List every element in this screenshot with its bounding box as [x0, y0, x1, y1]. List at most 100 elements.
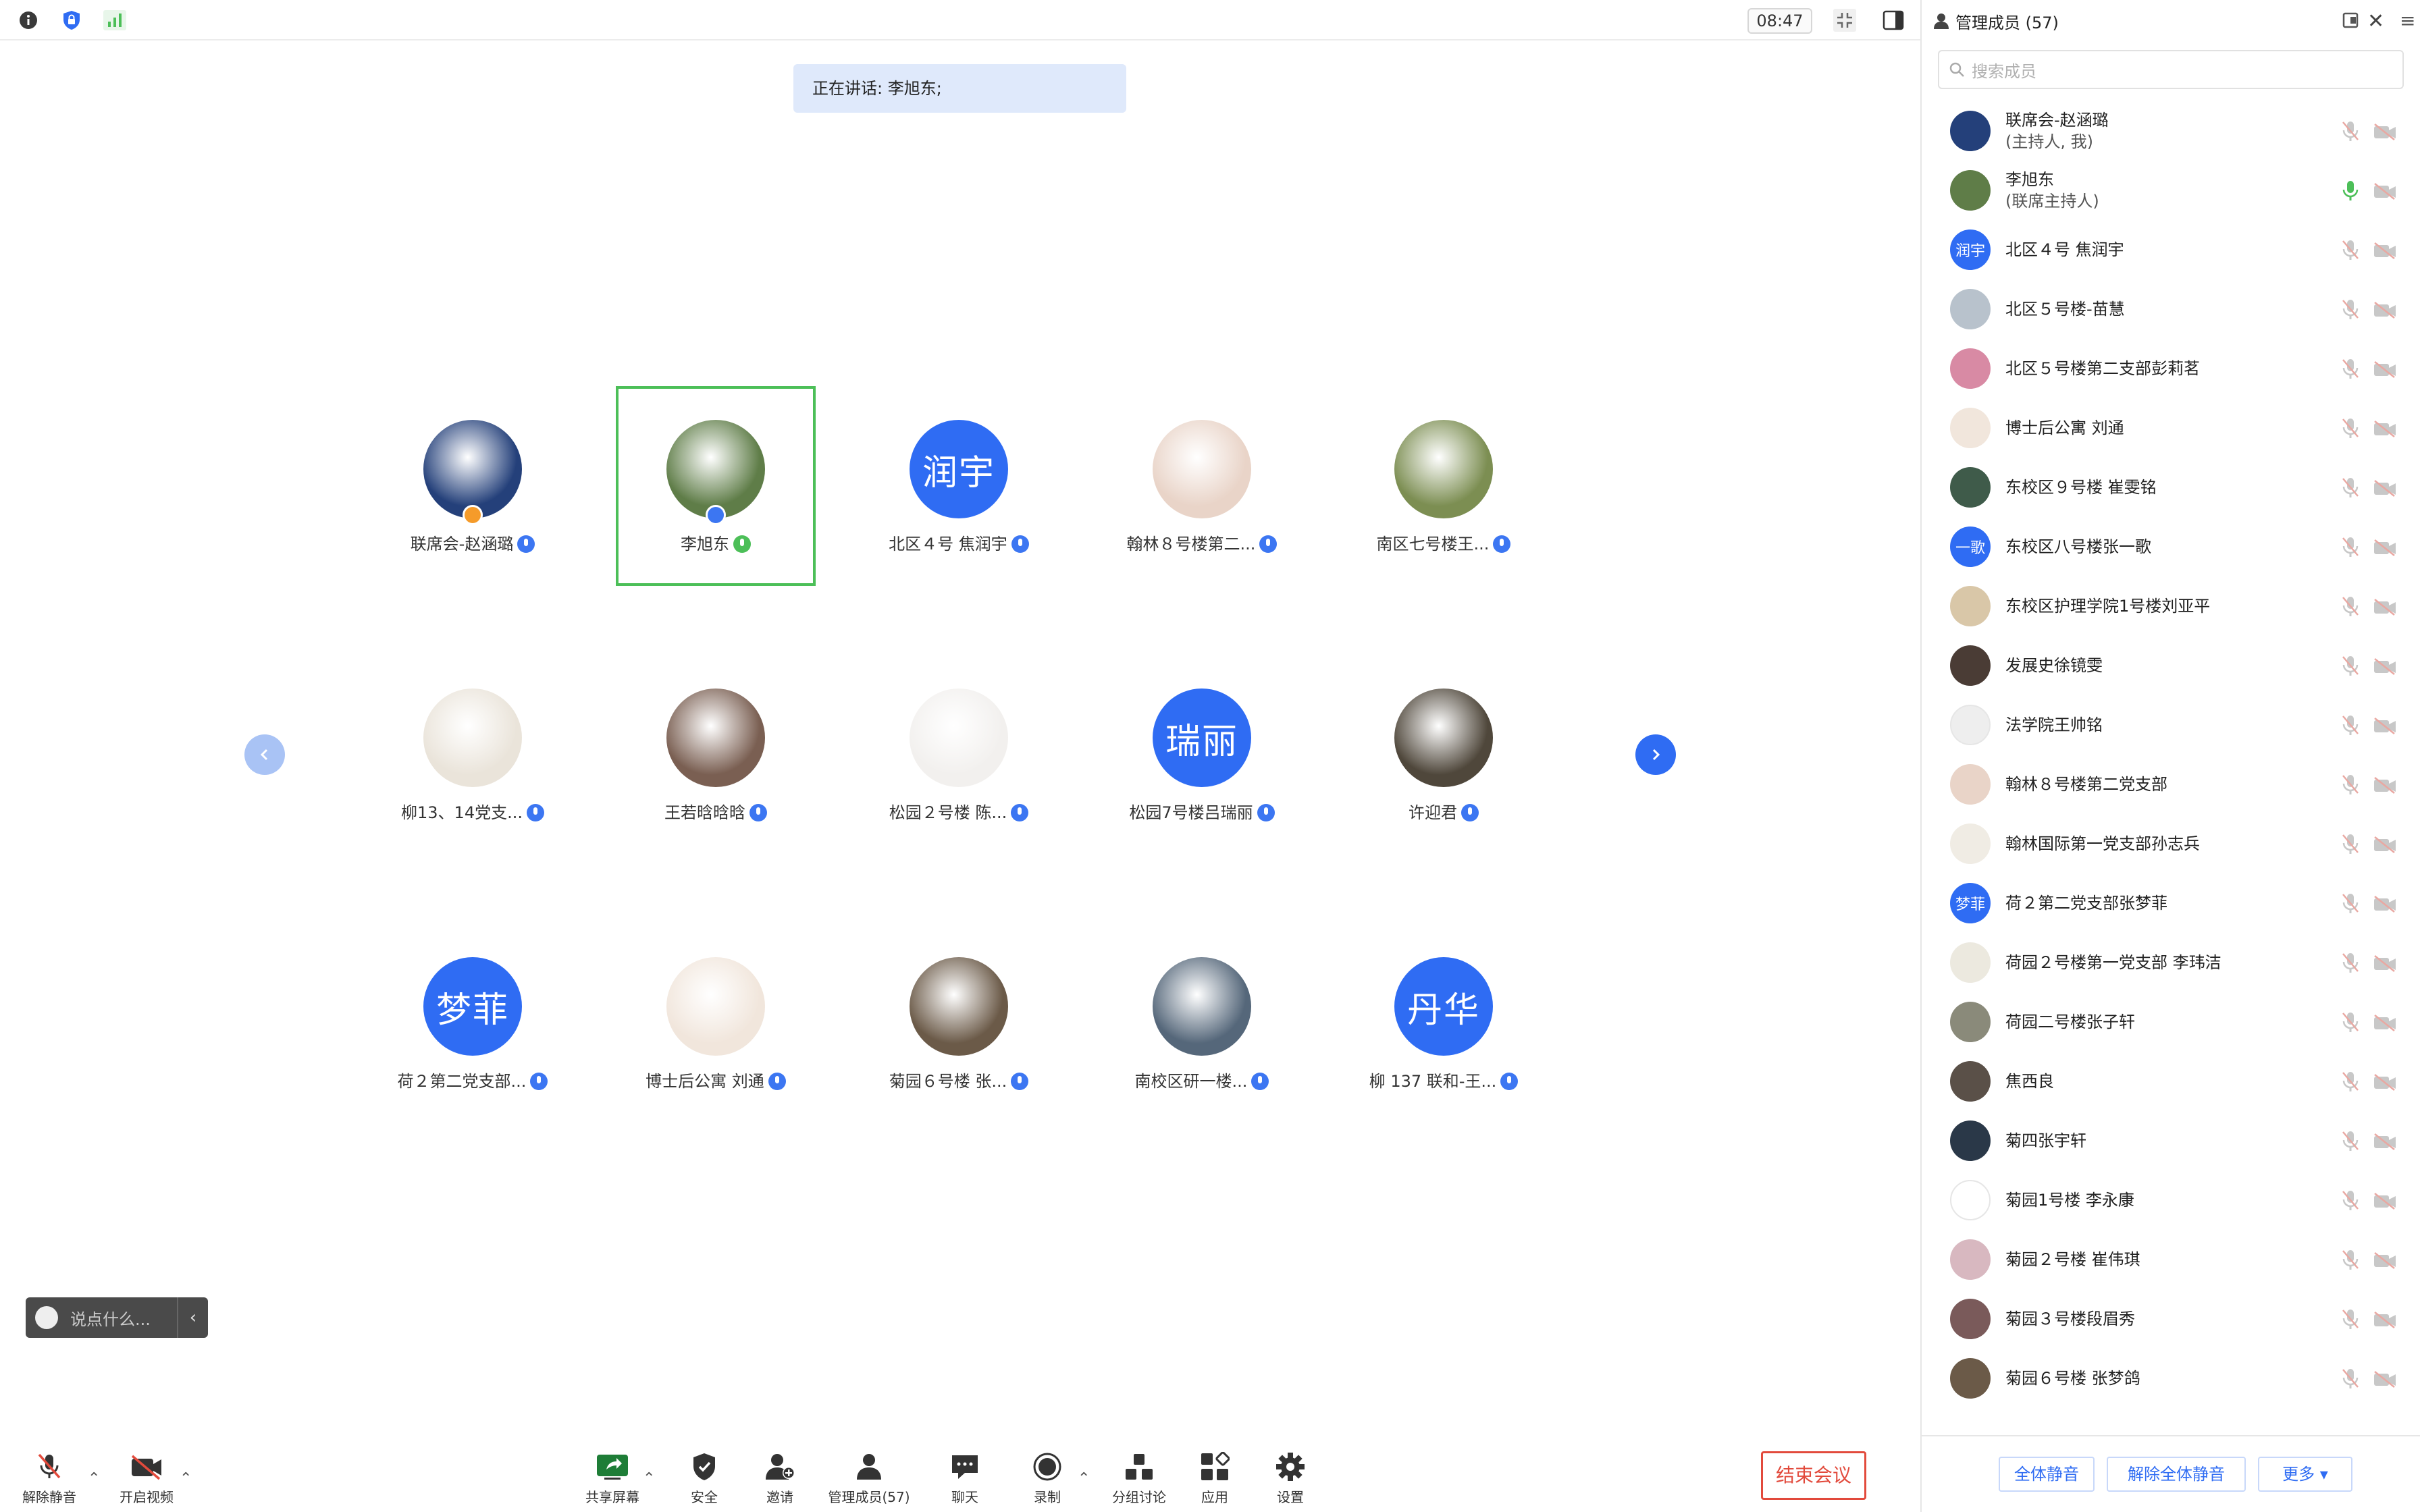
audio-options-icon[interactable]: ⌃: [88, 1470, 100, 1487]
record-options-icon[interactable]: ⌃: [1078, 1470, 1090, 1487]
member-row[interactable]: 菊园1号楼 李永康: [1922, 1170, 2420, 1230]
member-row[interactable]: 东校区９号楼 崔雯铭: [1922, 458, 2420, 517]
mic-muted-icon[interactable]: [2340, 714, 2361, 737]
participant-tile[interactable]: 南校区研一楼...: [1102, 923, 1302, 1123]
member-row[interactable]: 荷园２号楼第一党支部 李玮洁: [1922, 933, 2420, 992]
member-row[interactable]: 法学院王帅铭: [1922, 695, 2420, 755]
camera-off-icon[interactable]: [2373, 1073, 2397, 1091]
prev-page-button[interactable]: [244, 734, 285, 775]
signal-icon[interactable]: [103, 8, 127, 32]
member-row[interactable]: 一歌 东校区八号楼张一歌: [1922, 517, 2420, 576]
camera-off-icon[interactable]: [2373, 894, 2397, 913]
camera-off-icon[interactable]: [2373, 1370, 2397, 1388]
unmute-button[interactable]: 解除静音: [5, 1450, 93, 1506]
mic-muted-icon[interactable]: [2340, 892, 2361, 915]
exit-fullscreen-icon[interactable]: [1833, 8, 1857, 32]
participant-tile[interactable]: 瑞丽 松园7号楼吕瑞丽: [1102, 655, 1302, 855]
start-video-button[interactable]: 开启视频: [103, 1450, 190, 1506]
apps-button[interactable]: 应用: [1171, 1450, 1259, 1506]
mic-muted-icon[interactable]: [2340, 1368, 2361, 1390]
member-row[interactable]: 菊园３号楼段眉秀: [1922, 1289, 2420, 1349]
member-row[interactable]: 润宇 北区４号 焦润宇: [1922, 220, 2420, 279]
mic-muted-icon[interactable]: [2340, 1249, 2361, 1272]
participant-tile[interactable]: 松园２号楼 陈...: [859, 655, 1059, 855]
camera-off-icon[interactable]: [2373, 479, 2397, 497]
video-options-icon[interactable]: ⌃: [180, 1470, 192, 1487]
member-row[interactable]: 梦菲 荷２第二党支部张梦菲: [1922, 873, 2420, 933]
mic-muted-icon[interactable]: [2340, 298, 2361, 321]
member-row[interactable]: 菊园２号楼 崔伟琪: [1922, 1230, 2420, 1289]
invite-button[interactable]: 邀请: [736, 1450, 824, 1506]
participant-tile[interactable]: 王若晗晗晗: [616, 655, 816, 855]
member-row[interactable]: 翰林国际第一党支部孙志兵: [1922, 814, 2420, 873]
mic-muted-icon[interactable]: [2340, 1130, 2361, 1153]
mic-muted-icon[interactable]: [2340, 952, 2361, 975]
camera-off-icon[interactable]: [2373, 538, 2397, 557]
mic-muted-icon[interactable]: [2340, 536, 2361, 559]
toggle-sidebar-icon[interactable]: [1881, 8, 1905, 32]
mic-muted-icon[interactable]: [2340, 655, 2361, 678]
participant-tile[interactable]: 润宇 北区４号 焦润宇: [859, 386, 1059, 586]
mic-muted-icon[interactable]: [2340, 1011, 2361, 1034]
mic-muted-icon[interactable]: [2340, 239, 2361, 262]
camera-off-icon[interactable]: [2373, 597, 2397, 616]
member-row[interactable]: 李旭东 (联席主持人): [1922, 161, 2420, 220]
mic-muted-icon[interactable]: [2340, 120, 2361, 143]
mic-muted-icon[interactable]: [2340, 1071, 2361, 1094]
member-row[interactable]: 焦西良: [1922, 1052, 2420, 1111]
camera-off-icon[interactable]: [2373, 1013, 2397, 1032]
camera-off-icon[interactable]: [2373, 776, 2397, 794]
end-meeting-button[interactable]: 结束会议: [1761, 1451, 1866, 1500]
shield-icon[interactable]: [59, 8, 84, 32]
mic-muted-icon[interactable]: [2340, 1189, 2361, 1212]
participant-tile[interactable]: 联席会-赵涵璐: [373, 386, 573, 586]
mic-muted-icon[interactable]: [2340, 774, 2361, 796]
next-page-button[interactable]: [1635, 734, 1676, 775]
member-row[interactable]: 菊园６号楼 张梦鸽: [1922, 1349, 2420, 1408]
member-row[interactable]: 北区５号楼-苗慧: [1922, 279, 2420, 339]
participant-tile[interactable]: 许迎君: [1344, 655, 1544, 855]
camera-off-icon[interactable]: [2373, 657, 2397, 676]
participant-tile[interactable]: 梦菲 荷２第二党支部...: [373, 923, 573, 1123]
camera-off-icon[interactable]: [2373, 954, 2397, 973]
camera-off-icon[interactable]: [2373, 182, 2397, 200]
camera-off-icon[interactable]: [2373, 1310, 2397, 1329]
mic-muted-icon[interactable]: [2340, 833, 2361, 856]
participant-tile[interactable]: 柳13、14党支...: [373, 655, 573, 855]
more-button[interactable]: 更多 ▾: [2258, 1457, 2352, 1492]
participant-tile[interactable]: 丹华柳 137 联和-王...: [1344, 923, 1544, 1123]
camera-off-icon[interactable]: [2373, 835, 2397, 854]
participant-tile[interactable]: 博士后公寓 刘通: [616, 923, 816, 1123]
member-row[interactable]: 菊四张宇轩: [1922, 1111, 2420, 1170]
close-panel-icon[interactable]: ✕: [2367, 9, 2384, 33]
member-row[interactable]: 荷园二号楼张子轩: [1922, 992, 2420, 1052]
menu-icon[interactable]: ≡: [2400, 9, 2415, 32]
mic-muted-icon[interactable]: [2340, 595, 2361, 618]
settings-button[interactable]: 设置: [1246, 1450, 1334, 1506]
member-row[interactable]: 北区５号楼第二支部彭莉茗: [1922, 339, 2420, 398]
emoji-icon[interactable]: [35, 1306, 58, 1329]
member-row[interactable]: 东校区护理学院1号楼刘亚平: [1922, 576, 2420, 636]
unmute-all-button[interactable]: 解除全体静音: [2107, 1457, 2246, 1492]
info-icon[interactable]: [16, 8, 41, 32]
quick-chat-input[interactable]: 说点什么... ‹: [26, 1297, 208, 1338]
chat-button[interactable]: 聊天: [921, 1450, 1009, 1506]
member-row[interactable]: 发展史徐镜雯: [1922, 636, 2420, 695]
mic-muted-icon[interactable]: [2340, 358, 2361, 381]
camera-off-icon[interactable]: [2373, 1191, 2397, 1210]
camera-off-icon[interactable]: [2373, 419, 2397, 438]
member-row[interactable]: 博士后公寓 刘通: [1922, 398, 2420, 458]
camera-off-icon[interactable]: [2373, 300, 2397, 319]
camera-off-icon[interactable]: [2373, 1251, 2397, 1270]
manage-members-button[interactable]: 管理成员(57): [825, 1450, 913, 1506]
mic-muted-icon[interactable]: [2340, 1308, 2361, 1331]
member-search-input[interactable]: 搜索成员: [1938, 50, 2404, 89]
breakout-rooms-button[interactable]: 分组讨论: [1095, 1450, 1183, 1506]
share-options-icon[interactable]: ⌃: [643, 1470, 655, 1487]
camera-off-icon[interactable]: [2373, 716, 2397, 735]
participant-tile[interactable]: 翰林８号楼第二...: [1102, 386, 1302, 586]
participant-tile[interactable]: 南区七号楼王...: [1344, 386, 1544, 586]
popout-panel-icon[interactable]: [2342, 11, 2361, 34]
camera-off-icon[interactable]: [2373, 360, 2397, 379]
participant-tile[interactable]: 李旭东: [616, 386, 816, 586]
